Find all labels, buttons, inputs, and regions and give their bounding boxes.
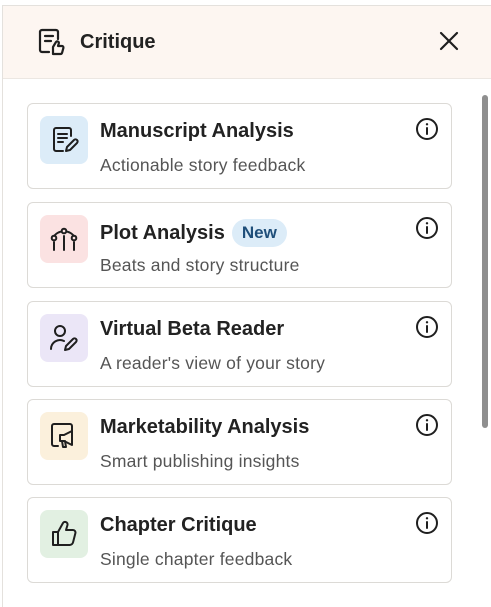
card-title: Virtual Beta Reader xyxy=(100,318,284,341)
card-plot-analysis[interactable]: Plot Analysis New Beats and story struct… xyxy=(27,202,452,288)
card-title-text: Marketability Analysis xyxy=(100,416,310,438)
card-marketability-analysis[interactable]: Marketability Analysis Smart publishing … xyxy=(27,399,452,485)
critique-panel: Critique Manuscript Analysis Actionable … xyxy=(2,5,491,607)
thumbs-up-icon xyxy=(40,510,88,558)
new-badge: New xyxy=(231,219,287,247)
card-title-text: Virtual Beta Reader xyxy=(100,318,285,340)
card-manuscript-analysis[interactable]: Manuscript Analysis Actionable story fee… xyxy=(27,103,452,189)
user-edit-icon xyxy=(40,314,88,362)
card-chapter-critique[interactable]: Chapter Critique Single chapter feedback xyxy=(27,497,452,583)
card-virtual-beta-reader[interactable]: Virtual Beta Reader A reader's view of y… xyxy=(27,301,452,387)
card-title-text: Manuscript Analysis xyxy=(100,120,294,142)
info-icon[interactable] xyxy=(415,413,439,437)
card-title: Manuscript Analysis xyxy=(100,120,294,143)
card-subtitle: A reader's view of your story xyxy=(100,353,326,373)
info-icon[interactable] xyxy=(415,216,439,240)
critique-options-list: Manuscript Analysis Actionable story fee… xyxy=(3,80,491,607)
critique-document-thumb-icon xyxy=(35,26,67,58)
panel-header: Critique xyxy=(3,6,491,79)
card-subtitle: Smart publishing insights xyxy=(100,451,300,471)
card-title: Marketability Analysis xyxy=(100,416,309,439)
info-icon[interactable] xyxy=(415,315,439,339)
card-subtitle: Beats and story structure xyxy=(100,255,300,275)
card-subtitle: Single chapter feedback xyxy=(100,549,293,569)
plot-arc-icon xyxy=(40,215,88,263)
marketing-megaphone-icon xyxy=(40,412,88,460)
panel-title: Critique xyxy=(80,30,156,53)
close-icon[interactable] xyxy=(437,29,461,53)
document-edit-icon xyxy=(40,116,88,164)
card-title: Plot Analysis New xyxy=(100,219,287,247)
card-title-text: Plot Analysis xyxy=(100,221,225,244)
info-icon[interactable] xyxy=(415,117,439,141)
card-title: Chapter Critique xyxy=(100,514,257,537)
card-title-text: Chapter Critique xyxy=(100,514,257,536)
scrollbar-thumb[interactable] xyxy=(482,95,488,428)
card-subtitle: Actionable story feedback xyxy=(100,155,306,175)
info-icon[interactable] xyxy=(415,511,439,535)
